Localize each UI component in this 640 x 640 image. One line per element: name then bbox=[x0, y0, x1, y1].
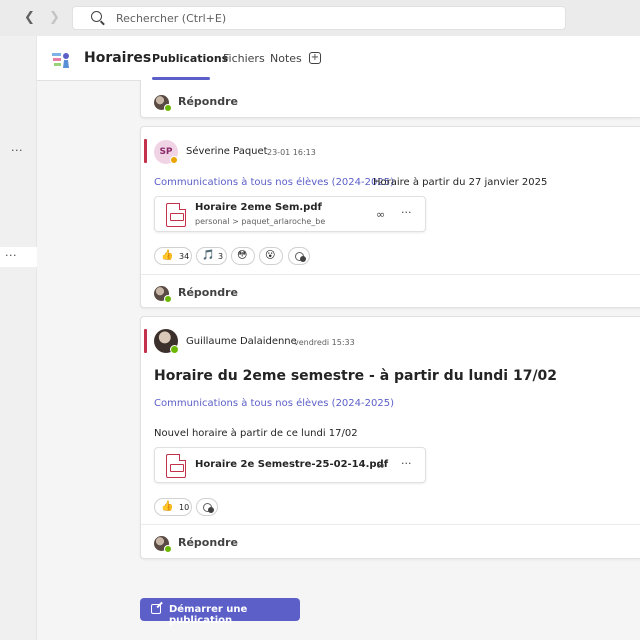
team-logo-icon bbox=[52, 53, 69, 68]
status-available-icon bbox=[170, 345, 179, 354]
file-attachment[interactable]: Horaire 2eme Sem.pdf personal > paquet_a… bbox=[154, 196, 426, 232]
timestamp: 23-01 16:13 bbox=[267, 148, 316, 157]
reaction-blushing-face[interactable]: 😳 bbox=[231, 247, 255, 265]
post-accent-bar bbox=[144, 329, 147, 353]
message-text: Nouvel horaire à partir de ce lundi 17/0… bbox=[154, 428, 358, 439]
reply-button[interactable]: Répondre bbox=[178, 536, 238, 549]
pdf-file-icon bbox=[166, 203, 186, 227]
channel-header: Horaires Publications Fichiers Notes + bbox=[37, 36, 640, 81]
reaction-count: 10 bbox=[179, 503, 190, 512]
reaction-thumbs-up[interactable]: 👍 34 bbox=[154, 247, 192, 265]
more-options-icon[interactable]: ··· bbox=[11, 144, 23, 157]
message-text: Horaire à partir du 27 janvier 2025 bbox=[373, 177, 548, 188]
author-name[interactable]: Guillaume Dalaidenne bbox=[186, 336, 297, 347]
avatar bbox=[154, 536, 172, 553]
thumbs-up-icon: 👍 bbox=[161, 250, 174, 261]
add-tab-icon[interactable]: + bbox=[309, 52, 321, 64]
reaction-music-note[interactable]: 🎵 3 bbox=[196, 247, 227, 265]
file-name[interactable]: Horaire 2eme Sem.pdf bbox=[195, 202, 322, 213]
timestamp: vendredi 15:33 bbox=[294, 338, 355, 347]
file-name[interactable]: Horaire 2e Semestre-25-02-14.pdf bbox=[195, 459, 388, 470]
reaction-count: 3 bbox=[218, 252, 224, 261]
title-bar: ❮ ❯ Rechercher (Ctrl+E) bbox=[0, 0, 640, 36]
post-card: Guillaume Dalaidenne vendredi 15:33 Hora… bbox=[140, 316, 640, 559]
post-card-previous: Répondre bbox=[140, 80, 640, 118]
add-icon bbox=[208, 507, 214, 513]
link-icon[interactable]: ∞ bbox=[376, 208, 385, 221]
more-options-icon[interactable]: ··· bbox=[5, 249, 17, 262]
reply-button[interactable]: Répondre bbox=[178, 286, 238, 299]
thumbs-up-icon: 👍 bbox=[161, 501, 174, 512]
music-note-icon: 🎵 bbox=[202, 250, 215, 261]
pdf-file-icon bbox=[166, 454, 186, 478]
channel-mention-link[interactable]: Communications à tous nos élèves (2024-2… bbox=[154, 398, 394, 409]
file-path: personal > paquet_arlaroche_be bbox=[195, 217, 326, 226]
link-icon[interactable]: ∞ bbox=[376, 459, 385, 472]
start-post-button[interactable]: Démarrer une publication bbox=[140, 598, 300, 626]
post-card: SP Séverine Paquet 23-01 16:13 Communica… bbox=[140, 126, 640, 308]
add-reaction-button[interactable] bbox=[196, 498, 218, 516]
add-reaction-button[interactable] bbox=[288, 247, 310, 265]
reply-row[interactable]: Répondre bbox=[141, 524, 640, 559]
tab-notes[interactable]: Notes bbox=[270, 52, 302, 65]
reply-row[interactable]: Répondre bbox=[141, 83, 640, 118]
more-options-icon[interactable]: ··· bbox=[401, 206, 412, 219]
tab-publications[interactable]: Publications bbox=[152, 52, 228, 65]
blushing-face-icon: 😳 bbox=[237, 250, 248, 261]
author-name[interactable]: Séverine Paquet bbox=[186, 146, 268, 157]
add-icon bbox=[300, 256, 306, 262]
channel-mention-link[interactable]: Communications à tous nos élèves (2024-2… bbox=[154, 177, 394, 188]
search-placeholder: Rechercher (Ctrl+E) bbox=[116, 12, 227, 25]
search-icon bbox=[91, 11, 102, 22]
tab-files[interactable]: Fichiers bbox=[223, 52, 265, 65]
surprised-face-icon: 😮 bbox=[265, 250, 276, 261]
post-title: Horaire du 2eme semestre - à partir du l… bbox=[154, 368, 558, 384]
compose-icon bbox=[151, 604, 161, 614]
file-attachment[interactable]: Horaire 2e Semestre-25-02-14.pdf ∞ ··· bbox=[154, 447, 426, 483]
search-input[interactable]: Rechercher (Ctrl+E) bbox=[72, 6, 566, 30]
more-options-icon[interactable]: ··· bbox=[401, 457, 412, 470]
chevron-right-icon: ❯ bbox=[49, 10, 60, 25]
avatar bbox=[154, 286, 172, 303]
reaction-thumbs-up[interactable]: 👍 10 bbox=[154, 498, 192, 516]
reply-row[interactable]: Répondre bbox=[141, 274, 640, 309]
reply-button[interactable]: Répondre bbox=[178, 95, 238, 108]
reaction-count: 34 bbox=[179, 252, 190, 261]
avatar bbox=[154, 95, 172, 112]
start-post-label: Démarrer une publication bbox=[169, 604, 248, 626]
post-accent-bar bbox=[144, 139, 147, 163]
team-name: Horaires bbox=[84, 50, 152, 66]
left-rail: ··· ··· bbox=[0, 36, 37, 640]
reaction-surprised-face[interactable]: 😮 bbox=[259, 247, 283, 265]
status-away-icon bbox=[170, 156, 178, 164]
chevron-left-icon[interactable]: ❮ bbox=[24, 10, 35, 25]
